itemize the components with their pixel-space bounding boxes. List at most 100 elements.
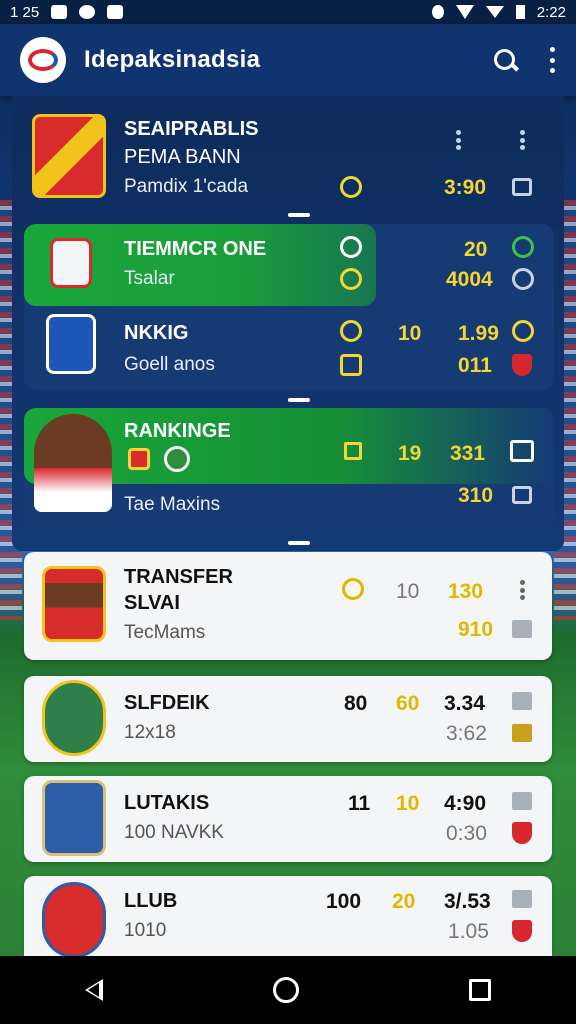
app-logo[interactable] (20, 37, 66, 83)
row2-value-bottom: 4004 (446, 268, 493, 291)
star-icon[interactable] (512, 320, 534, 342)
bag-icon-2[interactable] (512, 486, 532, 504)
bag-icon[interactable] (512, 178, 532, 196)
back-icon[interactable] (85, 979, 103, 1001)
divider-handle (288, 213, 310, 217)
list-value-3: 3/.53 (444, 890, 491, 913)
row3-value-b: 1.99 (458, 322, 499, 345)
list-value-1: 11 (348, 792, 371, 815)
recent-apps-icon[interactable] (469, 979, 491, 1001)
row4-value-b: 331 (450, 442, 486, 465)
more-options-icon[interactable] (550, 47, 556, 73)
list-value-1: 80 (344, 692, 368, 715)
list-subtitle: TecMams (124, 622, 206, 643)
list-value-3: 130 (448, 580, 484, 603)
grid-icon[interactable] (512, 890, 532, 908)
message-icon (107, 5, 124, 19)
ball-icon (164, 446, 190, 472)
app-title: Idepaksinadsia (84, 46, 261, 73)
row1-title-line2: PEMA BANN (124, 146, 241, 168)
battery-icon (515, 5, 525, 19)
row1-value: 3:90 (444, 176, 487, 199)
row3-value-c: 011 (458, 354, 492, 377)
divider-handle-2 (288, 398, 310, 402)
list-subtitle: 1010 (124, 920, 167, 941)
row4-subtitle: Tae Maxins (124, 494, 221, 515)
row3-value-a: 10 (398, 322, 422, 345)
club-crest-icon (32, 114, 106, 198)
list-item[interactable]: TRANSFER SLVAI TecMams 10 130 910 (24, 552, 552, 660)
row1-title-line1: SEAIPRABLIS (124, 118, 259, 140)
lock-icon[interactable] (512, 724, 532, 742)
home-icon[interactable] (273, 977, 299, 1003)
list-item[interactable]: LUTAKIS 100 NAVKK 11 10 4:90 0:30 (24, 776, 552, 862)
row1-subtitle: Pamdix 1'cada (124, 176, 249, 197)
search-icon[interactable] (492, 47, 518, 73)
list-item[interactable]: LLUB 1010 100 20 3/.53 1.05 (24, 876, 552, 958)
status-left-text: 1 25 (10, 3, 40, 21)
list-value-4: 910 (458, 618, 494, 641)
grid-icon[interactable] (512, 792, 532, 810)
app-bar: Idepaksinadsia (0, 24, 576, 96)
featured-panel: SEAIPRABLIS PEMA BANN Pamdix 1'cada 3:90… (12, 96, 564, 551)
club-badge-icon (42, 780, 106, 856)
award-icon (340, 268, 362, 290)
list-title-line1: SLFDEIK (124, 692, 210, 714)
list-value-4: 3:62 (446, 722, 487, 745)
row4-value-a: 19 (398, 442, 422, 465)
cup-icon (340, 354, 362, 376)
system-nav-bar (0, 956, 576, 1024)
list-value-2: 10 (396, 792, 420, 815)
list-more-icon[interactable] (520, 580, 525, 600)
list-item[interactable]: SLFDEIK 12x18 80 60 3.34 3:62 (24, 676, 552, 762)
shield-outline-icon[interactable] (512, 268, 534, 290)
row1-more-icon-2[interactable] (520, 130, 525, 150)
check-icon[interactable] (512, 236, 534, 258)
row1-more-icon[interactable] (456, 130, 461, 150)
signal-icon (485, 6, 504, 18)
red-badge-icon[interactable] (512, 920, 532, 942)
list-title-line2: SLVAI (124, 592, 180, 614)
club-shield-icon (46, 314, 96, 374)
divider-handle-3 (288, 541, 310, 545)
red-badge-icon[interactable] (512, 822, 532, 844)
grid-icon[interactable] (512, 692, 532, 710)
list-value-3: 3.34 (444, 692, 485, 715)
list-value-4: 1.05 (448, 920, 489, 943)
red-badge-icon[interactable] (512, 354, 532, 376)
notification-icon (51, 5, 68, 19)
row2-title: TIEMMCR ONE (124, 238, 267, 260)
stadium-icon (340, 236, 362, 258)
medal-icon (340, 320, 362, 342)
list-title-line1: LUTAKIS (124, 792, 210, 814)
status-time: 2:22 (536, 3, 566, 21)
logo-mark-icon (28, 49, 58, 71)
list-value-4: 0:30 (446, 822, 487, 845)
row4-title: RANKINGE (124, 420, 231, 442)
row3-title: NKKIG (124, 322, 189, 344)
featured-row-1[interactable]: SEAIPRABLIS PEMA BANN Pamdix 1'cada 3:90 (12, 96, 564, 214)
list-value-3: 4:90 (444, 792, 487, 815)
square-icon (344, 442, 362, 460)
bluetooth-icon (431, 5, 444, 19)
row3-subtitle: Goell anos (124, 354, 215, 375)
wifi-icon (455, 5, 474, 19)
list-title-line1: LLUB (124, 890, 178, 912)
club-crest-small-icon (50, 238, 92, 288)
row2-subtitle: Tsalar (124, 268, 175, 289)
list-value-2: 20 (392, 890, 416, 913)
list-value-2: 10 (396, 580, 420, 603)
list-subtitle: 12x18 (124, 722, 176, 743)
list-title-line1: TRANSFER (124, 566, 233, 588)
list-subtitle: 100 NAVKK (124, 822, 224, 843)
row2-value-top: 20 (464, 238, 488, 261)
trophy-icon (340, 176, 362, 198)
player-badge-icon (42, 566, 106, 642)
list-value-2: 60 (396, 692, 420, 715)
expand-icon[interactable] (510, 440, 534, 462)
player-avatar (34, 414, 112, 512)
list-value-1: 100 (326, 890, 362, 913)
app-notification-icon (79, 5, 96, 19)
hand-icon[interactable] (512, 620, 532, 638)
flag-icon (128, 448, 150, 470)
